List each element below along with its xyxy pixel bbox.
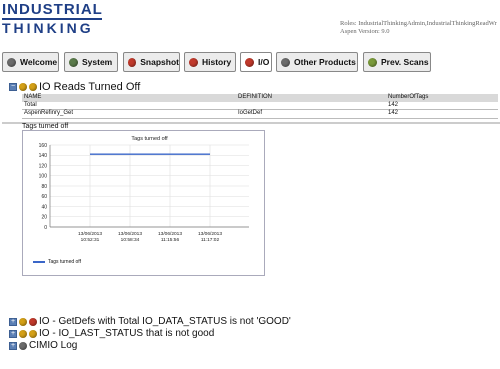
y-tick-label: 60 — [41, 194, 47, 200]
table-cell — [236, 101, 386, 110]
tab-system[interactable]: System — [64, 52, 118, 72]
tab-label: History — [202, 57, 232, 67]
expand-icon[interactable]: + — [9, 317, 17, 326]
cimio-log-section[interactable]: + CIMIO Log — [9, 340, 77, 351]
tab-label: Prev. Scans — [381, 57, 429, 67]
header-info: Roles: IndustrialThinkingAdmin,Industria… — [340, 20, 497, 36]
main-tabs: Welcome System Snapshot History I/O Othe… — [2, 49, 500, 124]
x-tick-label: 13/06/2013 — [198, 231, 222, 237]
status-dot-icon — [281, 57, 290, 67]
legend-swatch — [33, 261, 45, 263]
status-dot-icon — [19, 329, 27, 338]
x-tick-label: 11:17:02 — [201, 237, 220, 243]
table-cell: IoGetDef — [236, 109, 386, 119]
table-cell: 142 — [386, 101, 498, 110]
x-tick-label: 13/06/2013 — [158, 231, 182, 237]
y-tick-label: 80 — [41, 184, 47, 190]
section-title: IO Reads Turned Off — [39, 81, 141, 93]
x-tick-label: 10:52:31 — [81, 237, 100, 243]
logo-line-2: THINKING — [2, 20, 94, 36]
column-header-name: NAME — [22, 94, 236, 102]
chart-legend: Tags turned off — [33, 259, 81, 265]
io-reads-section-header[interactable]: − IO Reads Turned Off — [9, 81, 140, 93]
chart-canvas: Tags turned off 0 20 40 60 80 100 120 140 160 13/0… — [39, 136, 249, 243]
legend-label: Tags turned off — [48, 259, 81, 265]
tab-prev-scans[interactable]: Prev. Scans — [363, 52, 431, 72]
tab-other-products[interactable]: Other Products — [276, 52, 358, 72]
table-row: AspenRefinry_Get IoGetDef 142 — [22, 109, 498, 119]
y-tick-label: 0 — [44, 225, 47, 231]
tab-label: I/O — [258, 57, 270, 67]
status-dot-icon — [29, 329, 37, 338]
table-cell: AspenRefinry_Get — [22, 109, 236, 119]
tags-turned-off-chart: Tags turned off 0 20 40 60 80 100 120 140 160 13/0… — [22, 130, 265, 276]
y-tick-label: 160 — [39, 143, 48, 149]
tab-label: System — [82, 57, 113, 67]
column-header-number-of-tags: NumberOfTags — [386, 94, 498, 102]
table-header-row: NAME DEFINITION NumberOfTags — [22, 94, 498, 102]
section-title: IO - IO_LAST_STATUS that is not good — [39, 328, 215, 339]
tab-label: Welcome — [20, 57, 58, 67]
status-dot-icon — [69, 57, 78, 67]
x-tick-label: 13/06/2013 — [118, 231, 142, 237]
table-cell: 142 — [386, 109, 498, 119]
y-tick-label: 140 — [39, 153, 48, 159]
section-title: CIMIO Log — [29, 340, 78, 351]
status-dot-icon — [128, 57, 137, 67]
section-title: IO - GetDefs with Total IO_DATA_STATUS i… — [39, 316, 291, 327]
y-tick-label: 120 — [39, 163, 48, 169]
x-tick-label: 11:15:56 — [161, 237, 180, 243]
status-dot-icon — [29, 83, 37, 91]
table-cell: Total — [22, 101, 236, 110]
column-header-definition: DEFINITION — [236, 94, 386, 102]
tab-snapshot[interactable]: Snapshot — [123, 52, 180, 72]
last-status-section[interactable]: + IO - IO_LAST_STATUS that is not good — [9, 328, 214, 339]
chart-title: Tags turned off — [131, 136, 168, 142]
tab-strip-divider — [2, 122, 500, 124]
collapse-icon[interactable]: − — [9, 83, 17, 91]
version-text: Aspen Version: 9.0 — [340, 28, 390, 35]
status-dot-icon — [189, 57, 198, 67]
status-dot-icon — [7, 57, 16, 67]
status-dot-icon — [29, 317, 37, 326]
getdefs-status-section[interactable]: + IO - GetDefs with Total IO_DATA_STATUS… — [9, 316, 291, 327]
status-dot-icon — [368, 57, 377, 67]
tab-label: Snapshot — [140, 57, 179, 67]
status-dot-icon — [19, 341, 27, 350]
y-tick-label: 40 — [41, 204, 47, 210]
io-reads-table: NAME DEFINITION NumberOfTags Total 142 A… — [22, 94, 498, 119]
y-tick-label: 20 — [41, 215, 47, 221]
tab-welcome[interactable]: Welcome — [2, 52, 59, 72]
y-tick-label: 100 — [39, 174, 48, 180]
industrial-thinking-logo: INDUSTRIAL THINKING — [2, 2, 102, 35]
chart-caption: Tags turned off — [22, 123, 69, 130]
roles-text: Roles: IndustrialThinkingAdmin,Industria… — [340, 20, 497, 27]
tab-label: Other Products — [294, 57, 356, 67]
expand-icon[interactable]: + — [9, 329, 17, 338]
table-row: Total 142 — [22, 101, 498, 110]
status-dot-icon — [19, 83, 27, 91]
status-dot-icon — [19, 317, 27, 326]
tab-io[interactable]: I/O — [240, 52, 272, 72]
logo-line-1: INDUSTRIAL — [2, 1, 103, 18]
tab-history[interactable]: History — [184, 52, 236, 72]
status-dot-icon — [245, 57, 254, 67]
expand-icon[interactable]: + — [9, 341, 17, 350]
x-tick-label: 13/06/2013 — [78, 231, 102, 237]
x-tick-label: 10:58:34 — [121, 237, 140, 243]
